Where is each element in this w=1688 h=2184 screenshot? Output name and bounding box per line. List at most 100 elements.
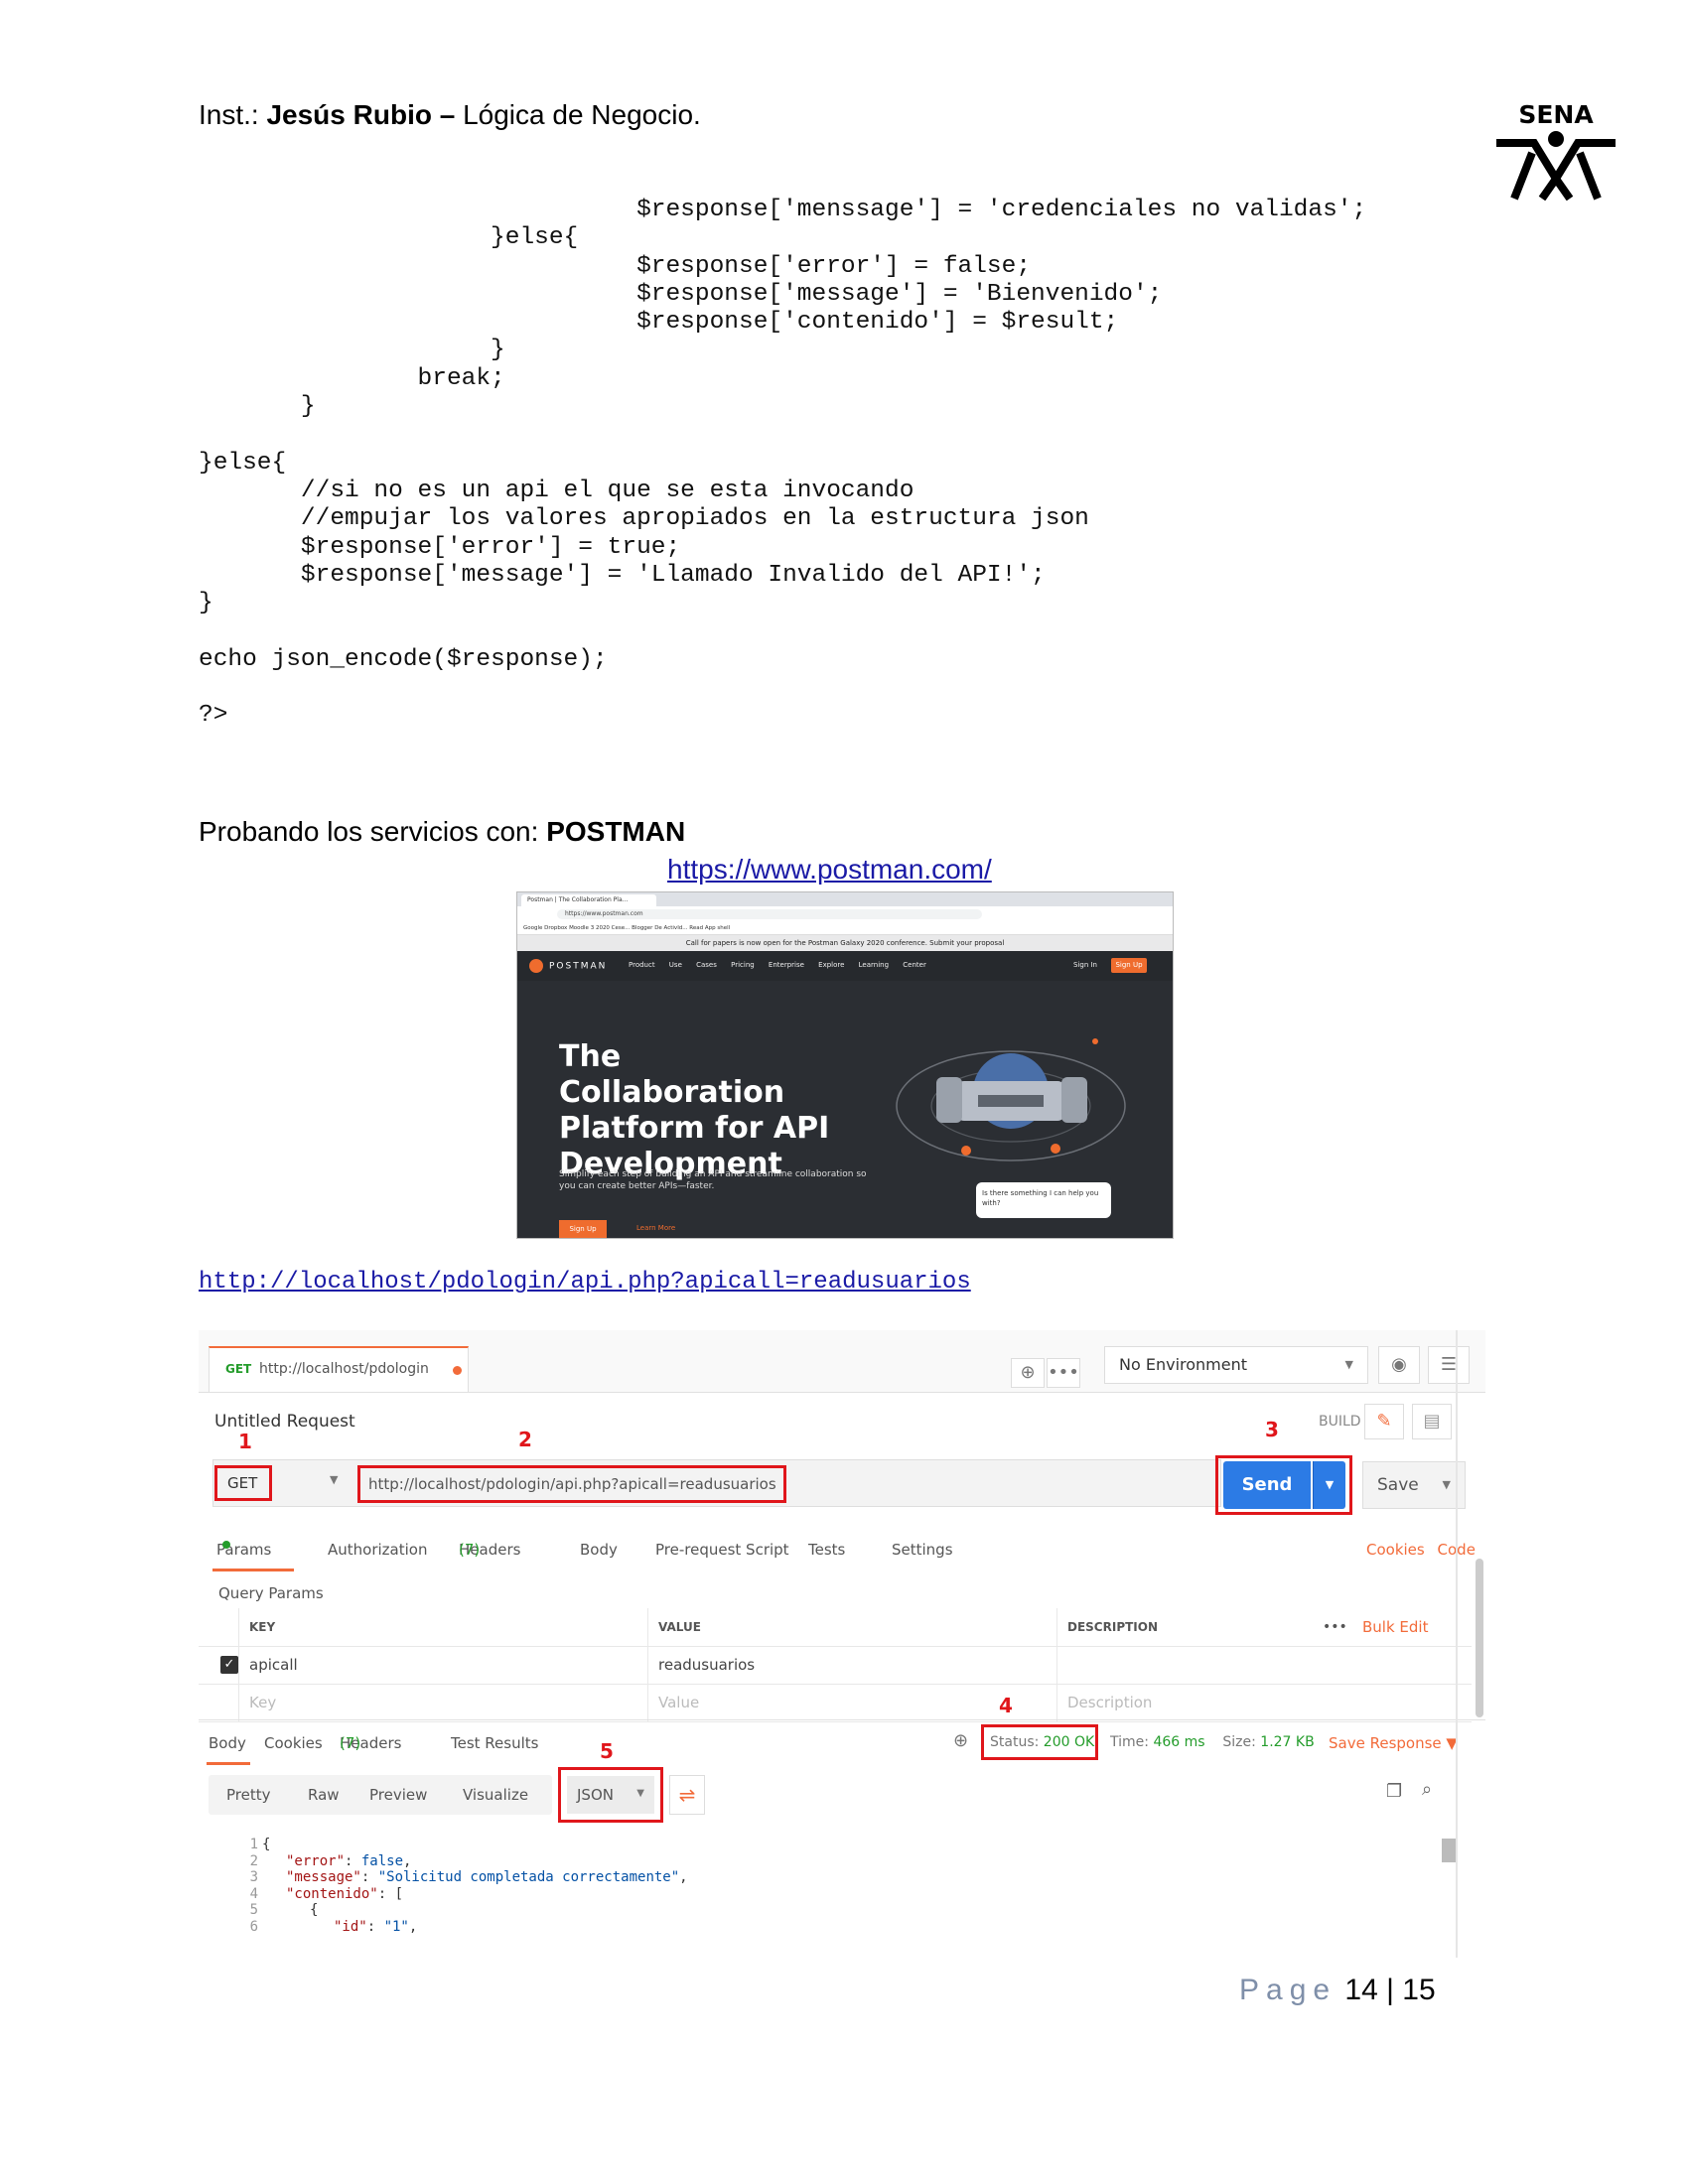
new-tab-plus-icon[interactable]: ⊕ [1011, 1358, 1045, 1388]
code-line: } [199, 337, 505, 364]
param-description[interactable] [1056, 1646, 1472, 1684]
view-visualize[interactable]: Visualize [463, 1775, 528, 1815]
view-pretty[interactable]: Pretty [226, 1775, 271, 1815]
chat-bubble[interactable]: Is there something I can help you with? [976, 1182, 1111, 1218]
json-sep: : [345, 1852, 361, 1869]
more-tabs-icon[interactable]: ••• [1047, 1358, 1080, 1388]
json-key: "contenido" [286, 1885, 378, 1902]
json-line: "id": "1", [334, 1919, 417, 1935]
section-prefix: Probando los servicios con: [199, 816, 547, 847]
request-scrollbar[interactable] [1476, 1559, 1483, 1717]
hero-sign-up-button[interactable]: Sign Up [559, 1220, 607, 1238]
cookies-link[interactable]: Cookies [1366, 1541, 1425, 1559]
tab-authorization[interactable]: Authorization [328, 1541, 427, 1559]
view-preview[interactable]: Preview [369, 1775, 427, 1815]
line-number: 3 [249, 1869, 258, 1885]
response-tab-cookies[interactable]: Cookies [264, 1734, 323, 1752]
method-select[interactable]: GET [214, 1465, 272, 1501]
param-value[interactable]: readusuarios [647, 1646, 1056, 1684]
postman-brand[interactable]: POSTMAN [529, 959, 607, 973]
view-raw[interactable]: Raw [308, 1775, 340, 1815]
tab-prerequest-script[interactable]: Pre-request Script [655, 1541, 789, 1559]
response-tab-test-results[interactable]: Test Results [451, 1734, 538, 1752]
code-line: }else{ [199, 449, 287, 477]
header-separator: – [431, 99, 464, 130]
build-label: BUILD [1319, 1414, 1361, 1430]
new-key-field[interactable]: Key [238, 1684, 647, 1721]
browser-address-bar: https://www.postman.com [517, 906, 1173, 922]
eye-icon[interactable]: ◉ [1378, 1346, 1420, 1384]
param-key[interactable]: apicall [238, 1646, 647, 1684]
new-value-field[interactable]: Value [647, 1684, 1056, 1721]
page-separator: | [1377, 1974, 1403, 2006]
query-params-heading: Query Params [218, 1584, 324, 1602]
request-tab[interactable]: GET http://localhost/pdologin [209, 1346, 469, 1392]
copy-icon[interactable]: ❐ [1386, 1781, 1402, 1802]
response-meta: Time: 466 ms Size: 1.27 KB [1110, 1734, 1315, 1750]
nav-items[interactable]: Product Use Cases Pricing Enterprise Exp… [629, 961, 926, 969]
headers-count: (7) [459, 1541, 481, 1559]
total-pages: 15 [1402, 1974, 1436, 2006]
wrap-lines-icon[interactable]: ⇌ [669, 1775, 705, 1815]
unsaved-dot-icon [453, 1366, 462, 1375]
learn-more-link[interactable]: Learn More [636, 1224, 675, 1232]
globe-icon[interactable]: ⊕ [953, 1730, 968, 1751]
documentation-icon[interactable]: ▤ [1412, 1404, 1452, 1439]
environment-select[interactable]: No Environment ▼ [1104, 1346, 1368, 1384]
response-headers-count: (7) [340, 1734, 361, 1752]
tab-url: http://localhost/pdologin [259, 1361, 429, 1377]
send-options-chevron-icon[interactable]: ▼ [1313, 1461, 1345, 1509]
code-line: $response['message'] = 'Llamado Invalido… [199, 561, 1046, 589]
tab-tests[interactable]: Tests [808, 1541, 845, 1559]
json-tail: , [679, 1869, 688, 1885]
json-key: "id" [334, 1918, 367, 1935]
more-options-icon[interactable]: ••• [1323, 1608, 1347, 1646]
postman-logo-icon [529, 959, 543, 973]
method-chevron-icon[interactable]: ▼ [330, 1473, 338, 1486]
json-sep: : [377, 1885, 395, 1902]
json-line: { [310, 1902, 319, 1918]
code-line: $response['error'] = true; [199, 533, 681, 561]
sign-up-button[interactable]: Sign Up [1111, 958, 1147, 973]
search-icon[interactable]: ⌕ [1422, 1779, 1432, 1800]
api-url-link[interactable]: http://localhost/pdologin/api.php?apical… [199, 1269, 971, 1296]
php-code-block: $response['menssage'] = 'credenciales no… [199, 197, 1366, 731]
settings-sliders-icon[interactable]: ☰ [1428, 1346, 1470, 1384]
save-button[interactable]: Save ▼ [1362, 1461, 1466, 1509]
sign-in-link[interactable]: Sign In [1073, 961, 1097, 969]
code-line: $response['contenido'] = $result; [199, 309, 1119, 337]
line-number: 5 [249, 1902, 258, 1918]
response-tab-body[interactable]: Body [209, 1734, 246, 1752]
response-scrollbar[interactable] [1442, 1839, 1456, 1862]
address-input[interactable]: https://www.postman.com [557, 909, 982, 919]
new-description-field[interactable]: Description [1056, 1684, 1472, 1721]
json-value: false [360, 1852, 404, 1869]
edit-pencil-icon[interactable]: ✎ [1364, 1404, 1404, 1439]
request-url-input[interactable]: http://localhost/pdologin/api.php?apical… [357, 1465, 786, 1503]
code-line: ?> [199, 702, 228, 730]
browser-tab[interactable]: Postman | The Collaboration Pla... [521, 894, 656, 906]
tab-settings[interactable]: Settings [892, 1541, 953, 1559]
panel-border [1456, 1330, 1458, 1958]
send-button[interactable]: Send [1223, 1461, 1311, 1509]
save-response-button[interactable]: Save Response ▼ [1329, 1734, 1458, 1752]
format-chevron-icon[interactable]: ▼ [636, 1788, 644, 1799]
site-nav: POSTMAN Product Use Cases Pricing Enterp… [517, 951, 1173, 981]
code-line: $response['error'] = false; [199, 252, 1032, 280]
tab-body[interactable]: Body [580, 1541, 618, 1559]
code-line: }else{ [199, 224, 579, 252]
size-label: Size: [1222, 1734, 1256, 1750]
current-page: 14 [1344, 1974, 1378, 2006]
row-checkbox[interactable]: ✓ [220, 1656, 238, 1674]
header-prefix: Inst.: [199, 99, 267, 130]
response-view-modes: Pretty Raw Preview Visualize [209, 1775, 552, 1815]
bulk-edit-link[interactable]: Bulk Edit [1362, 1608, 1428, 1646]
postman-link[interactable]: https://www.postman.com/ [667, 854, 992, 886]
value-column-header: VALUE [647, 1608, 1056, 1646]
code-line: $response['menssage'] = 'credenciales no… [199, 197, 1367, 223]
json-key: "error" [286, 1852, 346, 1869]
code-line: } [199, 393, 316, 421]
instructor-name: Jesús Rubio [266, 99, 432, 130]
